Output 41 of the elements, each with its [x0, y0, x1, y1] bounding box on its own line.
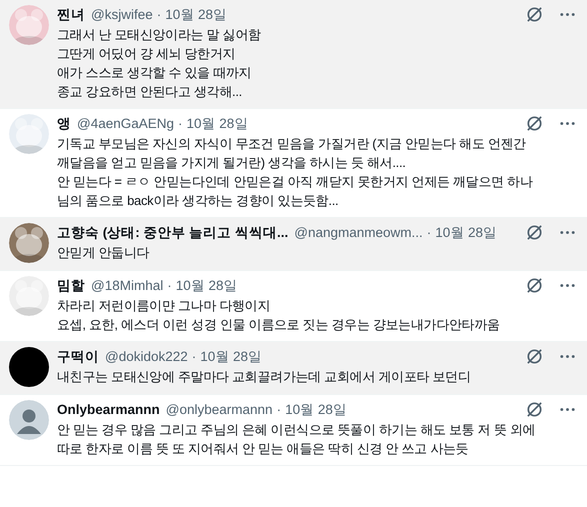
- display-name[interactable]: 고향숙 (상태: 중안부 늘리고 씩씩대...: [57, 224, 288, 242]
- slashed-circle-icon[interactable]: [525, 347, 544, 366]
- avatar[interactable]: [9, 347, 49, 387]
- separator-dot: ·: [167, 278, 172, 293]
- tweet-text: 안 믿는 경우 많음 그리고 주님의 은혜 이런식으로 뜻풀이 하기는 해도 보통 저 뜻 외에 따로 한자로 이름 뜻 또 지어줘서 안 믿는 애들은 딱히 신경 안 쓰고 사는듯: [57, 421, 536, 458]
- post-date[interactable]: 10월 28일: [176, 276, 238, 294]
- display-name[interactable]: 밈할: [57, 276, 85, 294]
- tweet-card[interactable]: 구떡이 @dokidok222 · 10월 28일 내친구는 모태신앙에 주말마다 교회끌려가는데 교회에서 게이포타 보던디: [0, 342, 587, 395]
- slashed-circle-icon[interactable]: [525, 114, 544, 133]
- slashed-circle-icon[interactable]: [525, 223, 544, 242]
- slashed-circle-icon[interactable]: [525, 276, 544, 295]
- tweet-text: 안믿게 안둡니다: [57, 244, 150, 262]
- slashed-circle-icon[interactable]: [525, 400, 544, 419]
- display-name[interactable]: 찐녀: [57, 6, 85, 24]
- user-handle[interactable]: @onlybearmannn: [166, 402, 273, 417]
- tweet-text: 차라리 저런이름이먄 그나마 다행이지 요셉, 요한, 에스더 이런 성경 인물 이름으로 짓는 경우는 걍보는내가다안타까움: [57, 297, 501, 334]
- user-handle[interactable]: @4aenGaAENg: [77, 116, 174, 131]
- default-avatar-icon[interactable]: [9, 400, 49, 440]
- user-handle[interactable]: @nangmanmeowm...: [294, 225, 423, 240]
- tweet-text: 내친구는 모태신앙에 주말마다 교회끌려가는데 교회에서 게이포타 보던디: [57, 368, 472, 386]
- post-date[interactable]: 10월 28일: [285, 400, 347, 418]
- post-date[interactable]: 10월 28일: [435, 224, 498, 242]
- user-handle[interactable]: @18Mimhal: [91, 278, 164, 293]
- separator-dot: ·: [426, 225, 432, 240]
- post-date[interactable]: 10월 28일: [165, 6, 228, 24]
- tweet-text: 기독교 부모님은 자신의 자식이 무조건 믿음을 가질거란 (지금 안믿는다 해도 언젠간 깨달음을 얻고 믿음을 가지게 될거란) 생각을 하시는 듯 해서.... 안 믿는다 = ㄹㅇ 안믿는다인데 안믿은걸 아직 깨닫지 못한거지 언제든 깨달으면 하나 님의 품으로 back이라 생각하는 경향이 있는듯함...: [57, 135, 534, 210]
- tweet-text: 그래서 난 모태신앙이라는 말 싫어함 그딴게 어딨어 걍 세뇌 당한거지 애가 스스로 생각할 수 있을 때까지 종교 강요하면 안된다고 생각해...: [57, 26, 262, 101]
- display-name[interactable]: Onlybearmannn: [57, 402, 160, 417]
- user-handle[interactable]: @dokidok222: [105, 349, 188, 364]
- separator-dot: ·: [156, 7, 162, 22]
- separator-dot: ·: [192, 349, 196, 364]
- separator-dot: ·: [276, 402, 282, 417]
- display-name[interactable]: 앵: [57, 114, 71, 132]
- slashed-circle-icon[interactable]: [525, 5, 544, 24]
- separator-dot: ·: [178, 116, 183, 131]
- tweet-card[interactable]: 찐녀 @ksjwifee · 10월 28일 그래서 난 모태신앙이라는 말 싫어함 그딴게 어딨어 걍 세뇌 당한거지 애가 스스로 생각할 수 있을 때까지 종교 강요하면 안된다고 생각해...: [0, 0, 587, 109]
- post-date[interactable]: 10월 28일: [200, 348, 262, 366]
- user-handle[interactable]: @ksjwifee: [91, 7, 153, 22]
- post-date[interactable]: 10월 28일: [186, 114, 248, 132]
- display-name[interactable]: 구떡이: [57, 348, 99, 366]
- tweet-card[interactable]: 고향숙 (상태: 중안부 늘리고 씩씩대... @nangmanmeowm... · 10월 28일 안믿게 안둡니다: [0, 218, 587, 271]
